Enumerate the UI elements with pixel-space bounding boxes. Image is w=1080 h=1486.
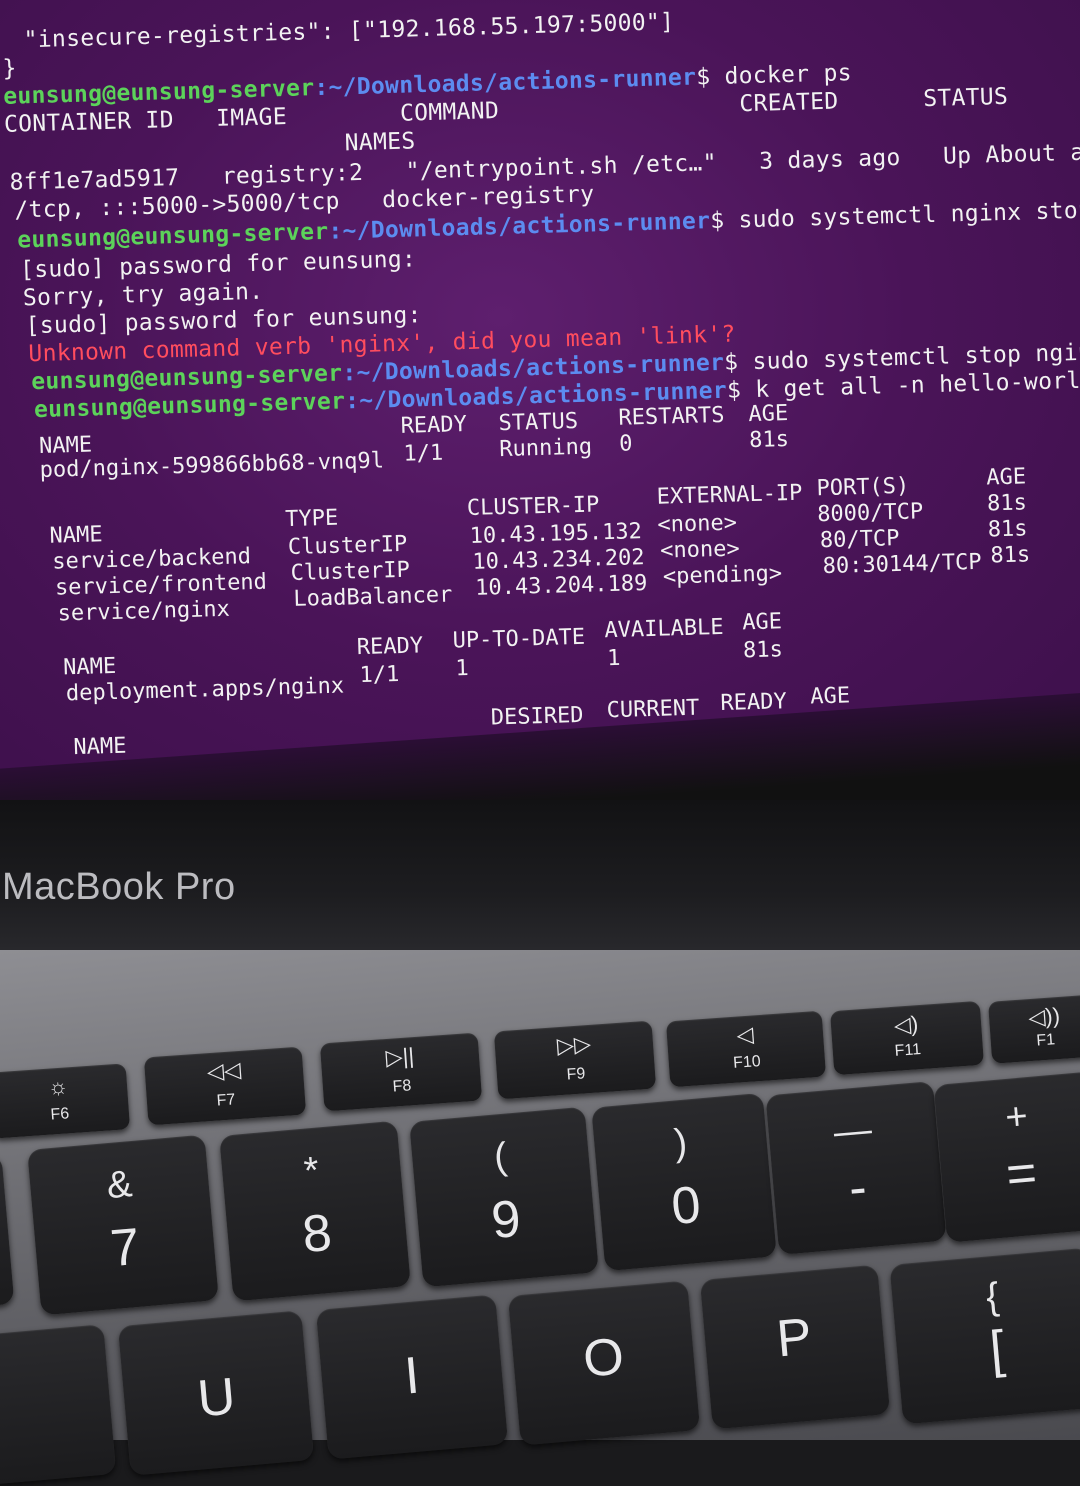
mute-icon: ◁ [735, 1021, 755, 1048]
brace-line: } [2, 55, 18, 82]
key-7[interactable]: & 7 [27, 1134, 219, 1316]
svc-row-1-ext: <none> [659, 536, 741, 564]
svc-row-1-ports: 80/TCP [819, 525, 900, 554]
key-shift-label: ) [672, 1121, 689, 1165]
key-minus[interactable]: — - [765, 1080, 947, 1256]
key-shift-label: — [832, 1108, 874, 1154]
pods-header-status: STATUS [498, 408, 579, 437]
deploy-header-available: AVAILABLE [604, 614, 724, 644]
rs-header-desired: DESIRED [490, 702, 584, 731]
key-f7[interactable]: ◁◁ F7 [143, 1046, 307, 1126]
pods-header-ready: READY [400, 412, 468, 439]
brightness-icon: ☼ [47, 1073, 69, 1100]
key-p[interactable]: P [699, 1264, 891, 1430]
pod-restarts: 0 [618, 431, 633, 457]
deploy-header-name: NAME [62, 653, 117, 681]
key-main-label: U [195, 1367, 238, 1429]
pods-header-age: AGE [748, 401, 789, 428]
deploy-age: 81s [742, 637, 784, 664]
key-label: F10 [732, 1053, 762, 1072]
play-pause-icon: ▷|| [384, 1043, 415, 1070]
key-u[interactable]: U [117, 1310, 315, 1476]
key-main-label: O [580, 1327, 627, 1389]
pods-header-restarts: RESTARTS [618, 402, 725, 431]
key-f6[interactable]: ☼ F6 [0, 1063, 131, 1139]
key-main-label: 9 [489, 1189, 523, 1251]
svc-row-1-age: 81s [987, 516, 1028, 543]
rs-header-name: NAME [73, 733, 127, 761]
volume-up-icon: ◁)) [1027, 1002, 1061, 1031]
svc-header-name: NAME [49, 522, 103, 549]
pod-age: 81s [748, 427, 790, 454]
deploy-header-uptodate: UP-TO-DATE [452, 624, 586, 654]
svc-row-0-type: ClusterIP [287, 531, 408, 561]
svc-row-2-ip: 10.43.204.189 [474, 571, 648, 601]
key-label: F9 [566, 1065, 586, 1084]
key-f12[interactable]: ◁)) F1 [987, 994, 1080, 1064]
key-y-partial[interactable] [0, 1324, 117, 1486]
svc-row-0-ext: <none> [657, 510, 738, 538]
rs-header-ready: READY [720, 689, 788, 717]
svc-row-2-age: 81s [990, 542, 1031, 569]
pod-ready: 1/1 [403, 440, 444, 467]
svc-row-0-ports: 8000/TCP [816, 499, 924, 528]
docker-header-names: NAMES [344, 128, 416, 157]
key-shift-label: * [302, 1149, 321, 1193]
key-i[interactable]: I [315, 1294, 509, 1460]
svc-header-ports: PORT(S) [816, 473, 910, 502]
pod-status: Running [498, 434, 593, 463]
svc-row-1-name: service/frontend [54, 569, 268, 601]
svc-header-external-ip: EXTERNAL-IP [656, 480, 803, 510]
rs-header-age: AGE [810, 683, 851, 710]
key-o[interactable]: O [507, 1280, 701, 1446]
brand-label: MacBook Pro [2, 866, 236, 908]
svc-header-cluster-ip: CLUSTER-IP [466, 492, 600, 522]
key-0[interactable]: ) 0 [591, 1092, 777, 1272]
command-text: $ docker ps [695, 60, 853, 91]
key-bracket-left[interactable]: { [ [889, 1247, 1080, 1425]
deploy-header-age: AGE [741, 609, 783, 636]
key-f11[interactable]: ◁) F11 [829, 1000, 985, 1076]
svc-row-1-type: ClusterIP [290, 557, 411, 586]
svc-header-type: TYPE [284, 505, 339, 533]
key-f8[interactable]: ▷|| F8 [319, 1032, 483, 1112]
svc-row-2-ext: <pending> [662, 561, 783, 590]
key-shift-label: & [105, 1163, 134, 1208]
key-shift-label: + [1003, 1095, 1030, 1140]
key-label: F6 [50, 1105, 70, 1124]
key-f10[interactable]: ◁ F10 [665, 1010, 827, 1088]
key-shift-label: ( [492, 1135, 509, 1179]
key-main-label: I [402, 1346, 422, 1406]
deploy-ready: 1/1 [359, 662, 400, 689]
key-9[interactable]: ( 9 [409, 1106, 599, 1288]
key-main-label: = [1003, 1143, 1040, 1205]
svc-row-2-type: LoadBalancer [293, 582, 453, 612]
svc-row-2-ports: 80:30144/TCP [822, 549, 982, 580]
key-8[interactable]: * 8 [219, 1120, 411, 1302]
fast-forward-icon: ▷▷ [556, 1030, 592, 1059]
key-main-label: P [774, 1307, 815, 1369]
svc-row-2-name: service/nginx [57, 596, 231, 627]
key-equals[interactable]: + = [933, 1071, 1080, 1243]
key-main-label: 0 [669, 1175, 704, 1237]
svc-row-0-age: 81s [986, 490, 1028, 517]
key-main-label: 8 [300, 1203, 334, 1265]
deploy-uptodate: 1 [455, 656, 470, 682]
rewind-icon: ◁◁ [206, 1056, 242, 1085]
key-label: F7 [216, 1091, 236, 1110]
key-main-label: - [846, 1158, 869, 1218]
key-f9[interactable]: ▷▷ F9 [493, 1020, 657, 1100]
key-main-label: 7 [108, 1217, 142, 1279]
registries-line: "insecure-registries": ["192.168.55.197:… [23, 9, 675, 54]
deploy-available: 1 [606, 645, 621, 672]
deploy-header-ready: READY [356, 633, 424, 661]
command-text: $ sudo systemctl nginx stop [709, 197, 1080, 235]
svc-header-age: AGE [985, 464, 1027, 491]
key-label: F8 [392, 1077, 412, 1096]
